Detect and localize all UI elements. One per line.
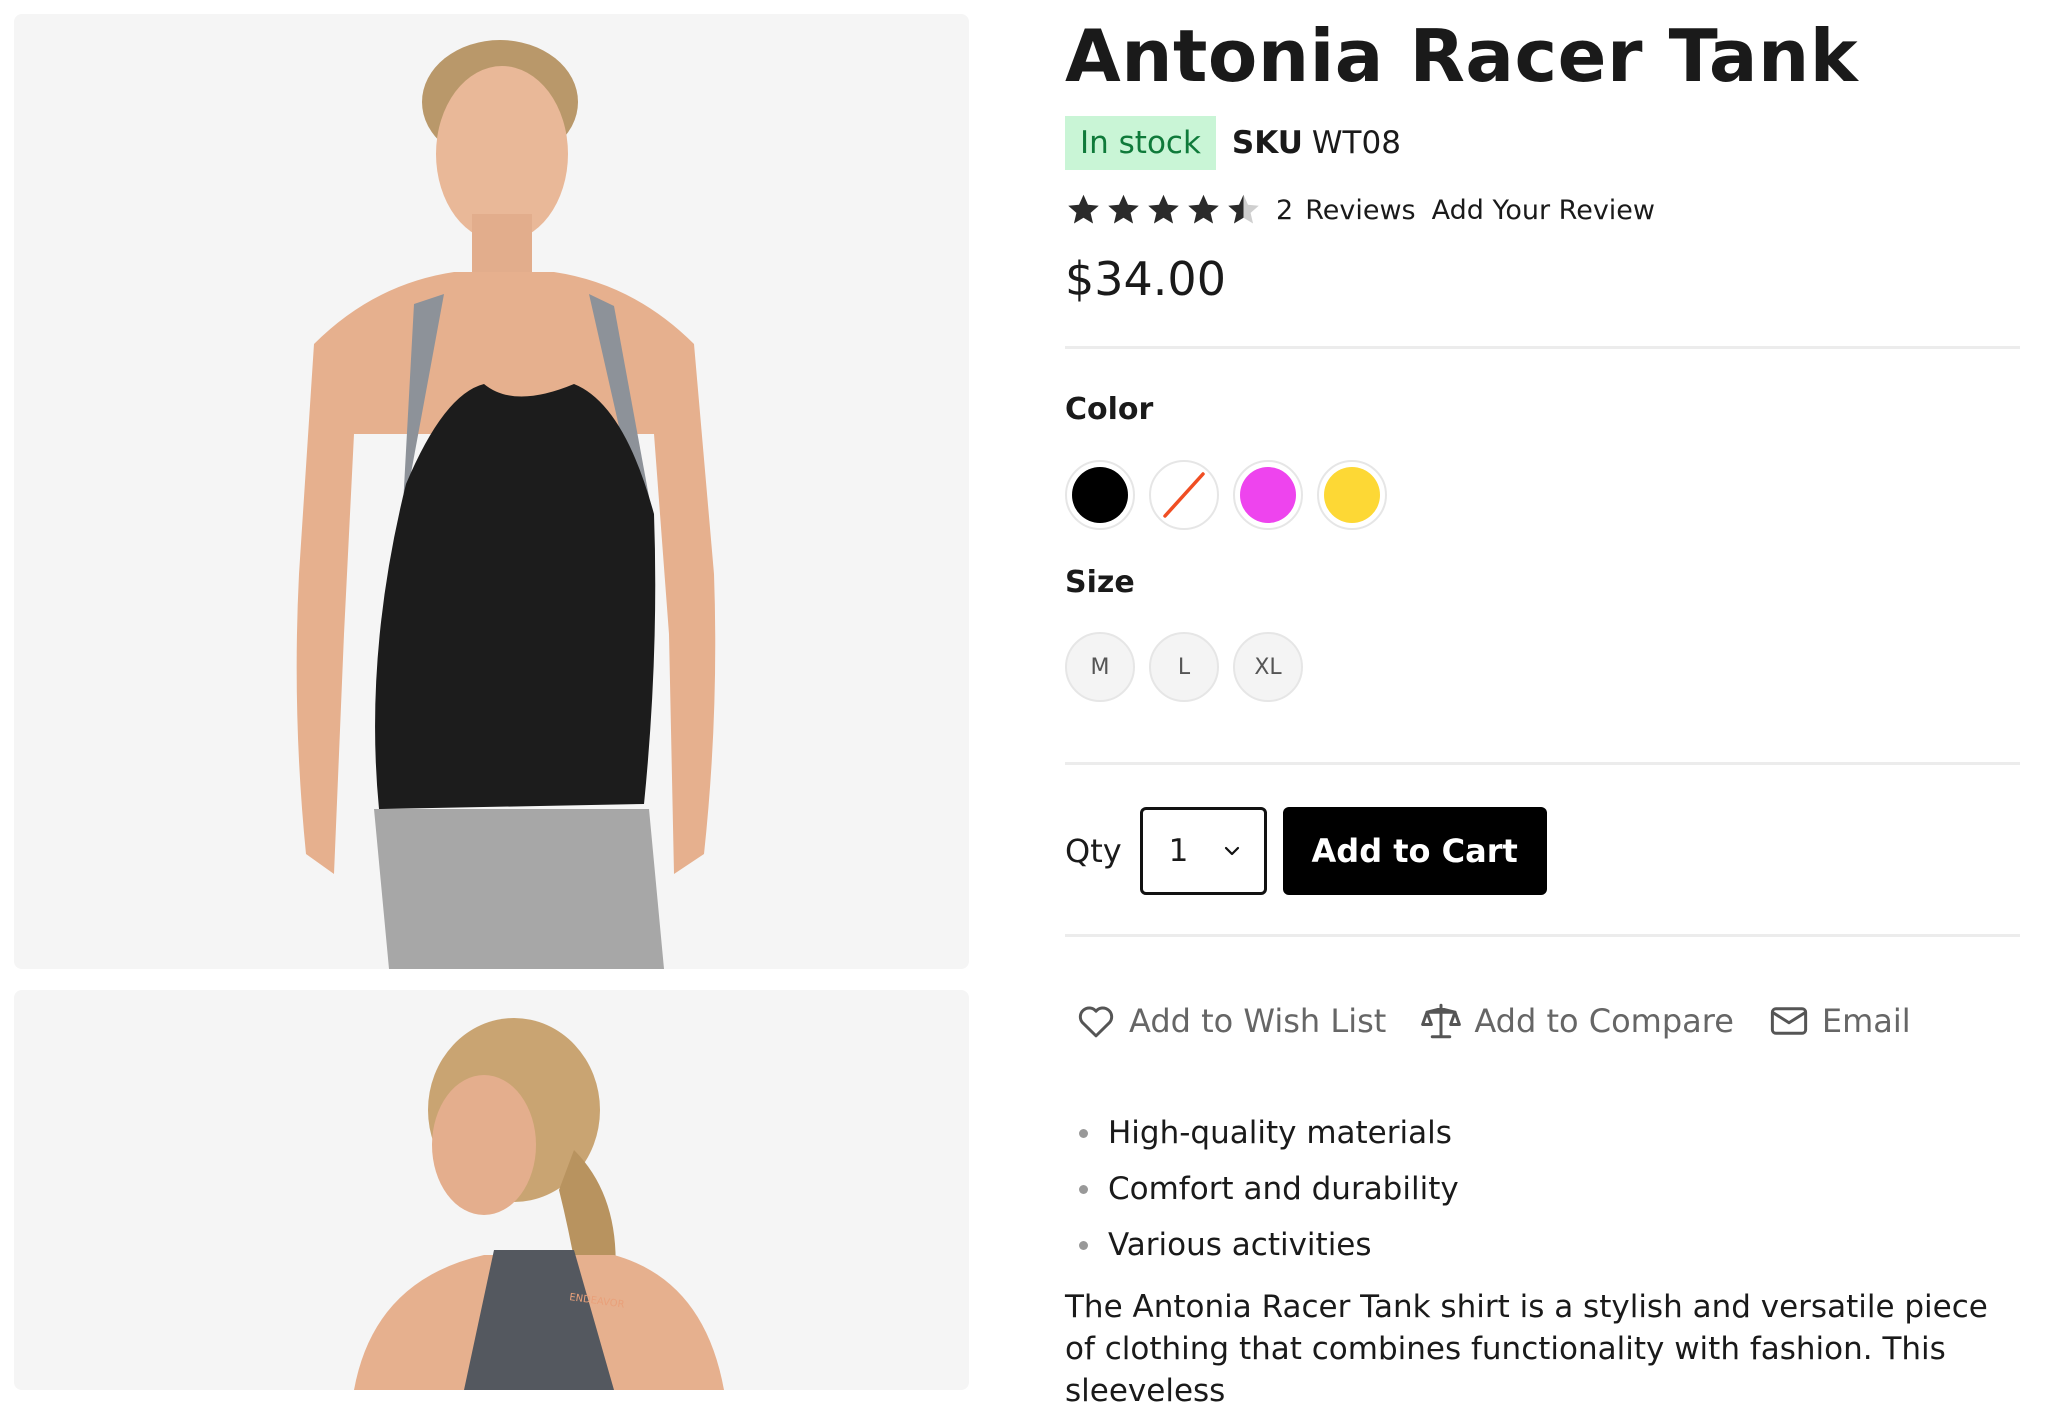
size-option-xl[interactable]: XL xyxy=(1233,632,1303,702)
feature-item: Comfort and durability xyxy=(1065,1161,1459,1217)
color-swatch-unavailable[interactable] xyxy=(1149,460,1219,530)
stock-badge: In stock xyxy=(1065,116,1216,170)
color-swatch-yellow[interactable] xyxy=(1317,460,1387,530)
color-swatches xyxy=(1065,460,1387,530)
star-icon xyxy=(1068,194,1099,223)
star-icon xyxy=(1188,194,1219,223)
email-button[interactable]: Email xyxy=(1768,1000,1911,1042)
qty-label: Qty xyxy=(1065,832,1122,870)
email-label: Email xyxy=(1821,1002,1911,1040)
star-icon xyxy=(1108,194,1139,223)
add-review-link[interactable]: Add Your Review xyxy=(1432,195,1655,226)
divider xyxy=(1065,934,2020,937)
reviews-link[interactable]: Reviews xyxy=(1305,195,1415,226)
star-icon xyxy=(1228,194,1259,223)
product-description: The Antonia Racer Tank shirt is a stylis… xyxy=(1065,1289,1988,1409)
size-options: M L XL xyxy=(1065,632,1303,702)
product-image-back[interactable]: ENDEAVOR xyxy=(14,990,969,1390)
wishlist-label: Add to Wish List xyxy=(1129,1002,1387,1040)
add-to-cart-button[interactable]: Add to Cart xyxy=(1282,807,1547,895)
feature-list: High-quality materials Comfort and durabi… xyxy=(1065,1105,1459,1273)
size-option-l[interactable]: L xyxy=(1149,632,1219,702)
product-price: $34.00 xyxy=(1065,252,1226,306)
size-option-m[interactable]: M xyxy=(1065,632,1135,702)
sku-label: SKU xyxy=(1231,125,1303,161)
feature-text: Various activities xyxy=(1108,1227,1372,1263)
bullet-icon xyxy=(1079,1128,1088,1138)
qty-value: 1 xyxy=(1168,833,1189,869)
model-front-illustration xyxy=(14,14,969,969)
product-actions: Add to Wish List Add to Compare Email xyxy=(1075,998,1945,1044)
divider xyxy=(1065,762,2020,765)
model-back-illustration: ENDEAVOR xyxy=(14,990,969,1390)
heart-icon xyxy=(1078,1006,1114,1038)
feature-text: High-quality materials xyxy=(1108,1115,1452,1151)
stock-sku-row: In stock SKU WT08 xyxy=(1065,116,1401,170)
color-label: Color xyxy=(1065,392,1154,427)
divider xyxy=(1065,346,2020,349)
compare-label: Add to Compare xyxy=(1474,1002,1734,1040)
review-count: 2 xyxy=(1276,194,1294,226)
scale-icon xyxy=(1421,1003,1462,1039)
feature-text: Comfort and durability xyxy=(1108,1171,1459,1207)
sku-value: WT08 xyxy=(1311,125,1401,161)
product-image-front[interactable] xyxy=(14,14,969,969)
size-label: Size xyxy=(1065,565,1135,600)
qty-select[interactable]: 1 xyxy=(1139,807,1267,895)
swatch-color-dot xyxy=(1072,467,1128,523)
sku: SKU WT08 xyxy=(1232,125,1401,161)
rating-stars xyxy=(1065,192,1262,229)
unavailable-slash-icon xyxy=(1163,472,1205,518)
bullet-icon xyxy=(1079,1240,1088,1250)
product-gallery: ENDEAVOR xyxy=(0,0,980,1390)
swatch-color-dot xyxy=(1324,467,1380,523)
product-title: Antonia Racer Tank xyxy=(1065,14,1859,98)
mail-icon xyxy=(1770,1007,1808,1035)
add-to-compare-button[interactable]: Add to Compare xyxy=(1420,1000,1734,1042)
color-swatch-purple[interactable] xyxy=(1233,460,1303,530)
feature-item: High-quality materials xyxy=(1065,1105,1459,1161)
feature-item: Various activities xyxy=(1065,1217,1459,1273)
color-swatch-black[interactable] xyxy=(1065,460,1135,530)
star-icon xyxy=(1148,194,1179,223)
add-to-cart-row: Qty 1 Add to Cart xyxy=(1065,807,1547,895)
chevron-down-icon xyxy=(1224,846,1239,856)
swatch-color-dot xyxy=(1240,467,1296,523)
add-to-wishlist-button[interactable]: Add to Wish List xyxy=(1075,1000,1386,1042)
reviews-row: 2 Reviews Add Your Review xyxy=(1065,190,1671,230)
bullet-icon xyxy=(1079,1184,1088,1194)
